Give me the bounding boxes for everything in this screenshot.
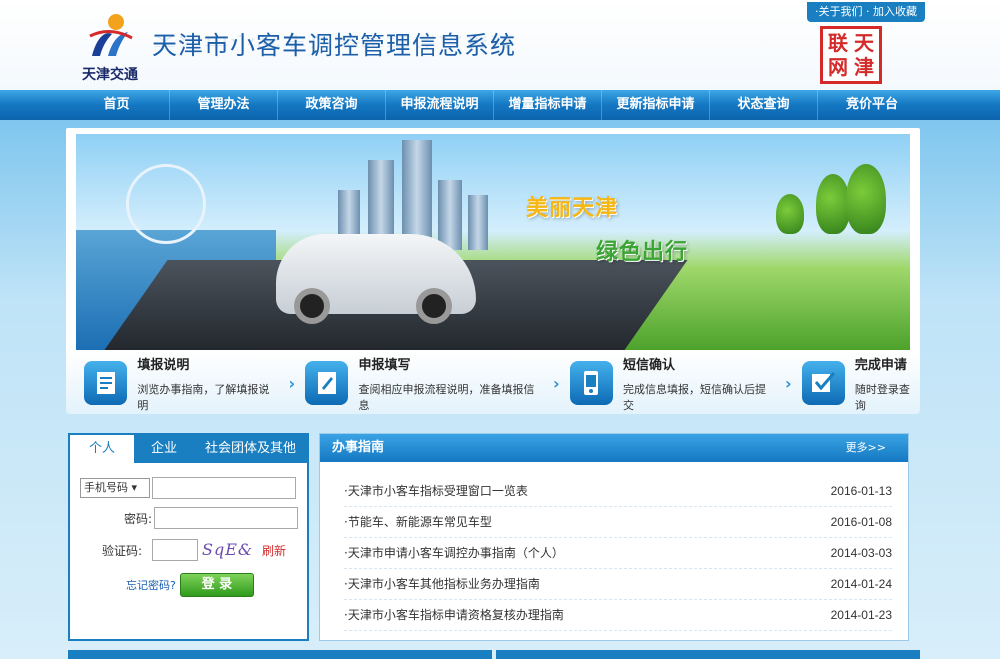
ferris-wheel-graphic <box>126 164 206 244</box>
guide-link[interactable]: ·天津市小客车指标受理窗口一览表 <box>344 476 528 506</box>
top-links[interactable]: ·关于我们 · 加入收藏 <box>807 2 925 22</box>
captcha-label: 验证码: <box>101 543 142 558</box>
step-desc: 查阅相应申报流程说明，准备填报信息 <box>358 382 535 412</box>
seal-char: 津 <box>854 55 874 79</box>
step-title: 申报填写 <box>358 357 411 373</box>
form-icon <box>305 361 349 405</box>
tree-graphic <box>816 174 850 234</box>
step-sms-confirm[interactable]: 短信确认 完成信息填报，短信确认后提交 <box>569 352 775 414</box>
guide-date: 2014-01-23 <box>830 608 892 622</box>
building-graphic <box>438 180 462 250</box>
forgot-password-link[interactable]: 忘记密码? <box>126 577 176 593</box>
password-input[interactable] <box>154 507 298 529</box>
step-title: 填报说明 <box>137 357 190 373</box>
seal-logo[interactable]: 联 天 网 津 <box>820 26 882 84</box>
captcha-input[interactable] <box>152 539 198 561</box>
banner: 美丽天津 绿色出行 <box>66 128 920 356</box>
nav-item-incremental[interactable]: 增量指标申请 <box>494 90 602 120</box>
tree-graphic <box>776 194 804 234</box>
step-desc: 随时登录查询 <box>854 382 910 412</box>
chevron-right-icon: › <box>784 373 792 393</box>
list-item: ·天津市小客车其他指标业务办理指南 2014-01-24 <box>344 569 892 600</box>
login-button[interactable]: 登 录 <box>179 573 254 597</box>
nav-item-policy[interactable]: 政策咨询 <box>278 90 386 120</box>
id-row: 手机号码 ▾ <box>80 477 296 499</box>
check-icon <box>801 361 845 405</box>
list-item: ·节能车、新能源车常见车型 2016-01-08 <box>344 507 892 538</box>
password-label: 密码: <box>123 511 152 526</box>
seal-char: 天 <box>854 31 874 55</box>
next-panel-header <box>496 650 920 659</box>
nav-item-regulations[interactable]: 管理办法 <box>170 90 278 120</box>
guide-link[interactable]: ·天津市小客车指标申请资格复核办理指南 <box>344 600 564 630</box>
list-item: ·天津市小客车指标申请资格复核办理指南 2014-01-23 <box>344 600 892 631</box>
guide-link[interactable]: ·节能车、新能源车常见车型 <box>344 507 492 537</box>
tree-graphic <box>846 164 886 234</box>
car-wheel-graphic <box>294 288 330 324</box>
login-tabs: 个人 企业 社会团体及其他 <box>70 435 307 463</box>
step-desc: 完成信息填报，短信确认后提交 <box>623 382 766 412</box>
step-title: 短信确认 <box>623 357 676 373</box>
nav-item-renewal[interactable]: 更新指标申请 <box>602 90 710 120</box>
password-row: 密码: <box>80 507 298 529</box>
document-icon <box>84 361 128 405</box>
building-graphic <box>468 195 488 250</box>
nav-item-bidding[interactable]: 竞价平台 <box>818 90 926 120</box>
captcha-row: 验证码: SqE& 刷新 <box>80 539 286 561</box>
site-logo[interactable]: 天津交通 <box>70 12 150 84</box>
guide-title: 办事指南 <box>332 440 385 455</box>
nav-item-process[interactable]: 申报流程说明 <box>386 90 494 120</box>
title-reflection: 天津市小客车调控管理信息系统 <box>152 33 517 50</box>
step-complete[interactable]: 完成申请 随时登录查询 <box>801 352 920 414</box>
next-panel-header <box>68 650 492 659</box>
about-and-favorite-links[interactable]: ·关于我们 · 加入收藏 <box>815 5 917 18</box>
submit-row: 忘记密码? 登 录 <box>126 573 254 597</box>
banner-image: 美丽天津 绿色出行 <box>76 134 910 350</box>
logo-text: 天津交通 <box>82 67 138 83</box>
banner-slogan-beautiful-tianjin: 美丽天津 <box>526 196 619 221</box>
step-fill-instructions[interactable]: 填报说明 浏览办事指南，了解填报说明 <box>84 352 278 414</box>
main-nav: 首页 管理办法 政策咨询 申报流程说明 增量指标申请 更新指标申请 状态查询 竞… <box>0 90 1000 120</box>
step-title: 完成申请 <box>854 357 907 373</box>
guide-date: 2016-01-08 <box>830 515 892 529</box>
site-header: ·关于我们 · 加入收藏 天津交通 天津市小客车调控管理信息系统 天津市小客车调… <box>0 0 1000 90</box>
list-item: ·天津市申请小客车调控办事指南（个人） 2014-03-03 <box>344 538 892 569</box>
guide-date: 2014-01-24 <box>830 577 892 591</box>
id-type-value: 手机号码 <box>84 481 128 494</box>
guide-header: 办事指南 更多>> <box>320 434 908 462</box>
guide-link[interactable]: ·天津市小客车其他指标业务办理指南 <box>344 569 540 599</box>
banner-slogan-green-travel: 绿色出行 <box>596 240 689 265</box>
guide-link[interactable]: ·天津市申请小客车调控办事指南（个人） <box>344 538 564 568</box>
captcha-image[interactable]: SqE& <box>202 540 262 560</box>
step-desc: 浏览办事指南，了解填报说明 <box>137 382 270 412</box>
seal-char: 联 <box>828 31 848 55</box>
car-wheel-graphic <box>416 288 452 324</box>
phone-icon <box>569 361 613 405</box>
guide-list: ·天津市小客车指标受理窗口一览表 2016-01-13 ·节能车、新能源车常见车… <box>320 462 908 631</box>
process-steps: 填报说明 浏览办事指南，了解填报说明 › 申报填写 查阅相应申报流程说明，准备填… <box>66 352 920 414</box>
car-graphic <box>276 234 476 324</box>
phone-input[interactable] <box>152 477 296 499</box>
login-panel: 个人 企业 社会团体及其他 手机号码 ▾ 密码: 验证码: SqE& 刷新 忘记… <box>68 433 309 641</box>
guide-panel: 办事指南 更多>> ·天津市小客车指标受理窗口一览表 2016-01-13 ·节… <box>319 433 909 641</box>
captcha-refresh-link[interactable]: 刷新 <box>262 542 286 559</box>
tab-organization[interactable]: 社会团体及其他 <box>194 435 307 463</box>
tab-personal[interactable]: 个人 <box>70 435 134 463</box>
list-item: ·天津市小客车指标受理窗口一览表 2016-01-13 <box>344 476 892 507</box>
id-type-select[interactable]: 手机号码 ▾ <box>80 478 150 498</box>
tab-enterprise[interactable]: 企业 <box>134 435 194 463</box>
nav-item-home[interactable]: 首页 <box>64 90 170 120</box>
nav-item-status[interactable]: 状态查询 <box>710 90 818 120</box>
seal-char: 网 <box>828 55 848 79</box>
step-application-form[interactable]: 申报填写 查阅相应申报流程说明，准备填报信息 <box>305 352 543 414</box>
logo-mark-icon <box>89 14 133 56</box>
guide-date: 2014-03-03 <box>830 546 892 560</box>
guide-date: 2016-01-13 <box>830 484 892 498</box>
chevron-right-icon: › <box>553 373 560 393</box>
more-link[interactable]: 更多>> <box>846 434 886 462</box>
chevron-right-icon: › <box>288 373 296 393</box>
